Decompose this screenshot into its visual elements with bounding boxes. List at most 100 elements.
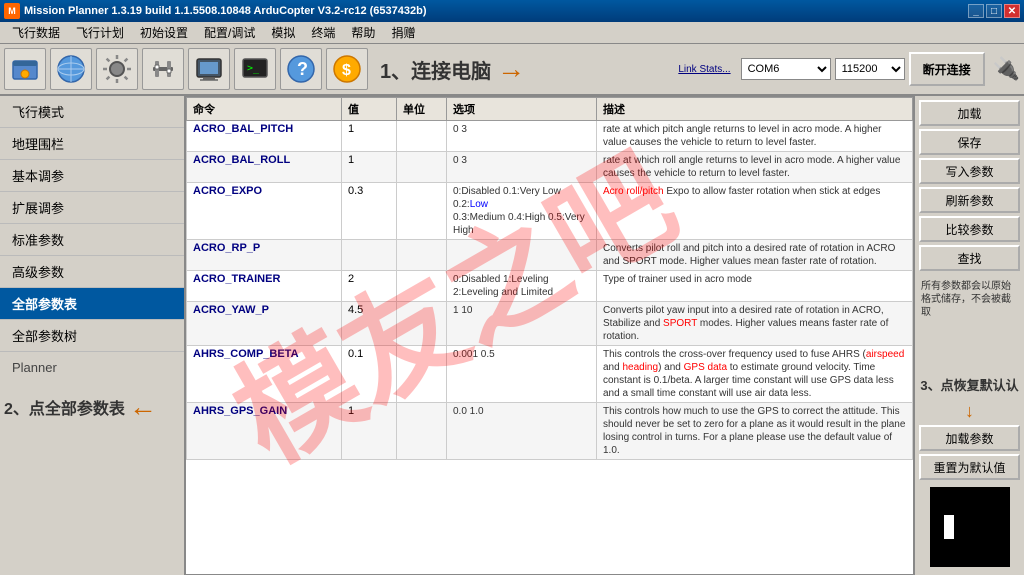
sidebar-item-all-params-tree[interactable]: 全部参数树: [0, 320, 184, 352]
main-layout: 飞行模式 地理围栏 基本调参 扩展调参 标准参数 高级参数 全部参数表 全部参数…: [0, 96, 1024, 575]
param-unit: [397, 302, 447, 346]
step1-arrow: →: [497, 53, 525, 85]
param-table: 命令 值 单位 选项 描述 ACRO_BAL_PITCH 1 0 3 rate …: [186, 97, 913, 460]
param-name: ACRO_RP_P: [187, 240, 342, 271]
table-row[interactable]: AHRS_COMP_BETA 0.1 0.001 0.5 This contro…: [187, 346, 913, 403]
table-row[interactable]: AHRS_GPS_GAIN 1 0.0 1.0 This controls ho…: [187, 403, 913, 460]
table-row[interactable]: ACRO_YAW_P 4.5 1 10 Converts pilot yaw i…: [187, 302, 913, 346]
param-value[interactable]: 1: [342, 152, 397, 183]
title-bar-text: Mission Planner 1.3.19 build 1.1.5508.10…: [24, 5, 968, 17]
header-unit: 单位: [397, 98, 447, 121]
param-name: AHRS_COMP_BETA: [187, 346, 342, 403]
step3-label: 3、点恢复默认认: [919, 375, 1020, 394]
sidebar-item-basic-tuning[interactable]: 基本调参: [0, 160, 184, 192]
menu-config[interactable]: 配置/调试: [196, 22, 263, 43]
minimize-btn[interactable]: _: [968, 4, 984, 18]
toolbar-fly-data[interactable]: [4, 48, 46, 90]
param-value[interactable]: 0.1: [342, 346, 397, 403]
param-name: ACRO_BAL_ROLL: [187, 152, 342, 183]
param-description: Type of trainer used in acro mode: [597, 271, 913, 302]
table-row[interactable]: ACRO_TRAINER 2 0:Disabled 1:Leveling 2:L…: [187, 271, 913, 302]
toolbar-initial-setup[interactable]: [96, 48, 138, 90]
param-unit: [397, 152, 447, 183]
menu-flight-plan[interactable]: 飞行计划: [68, 22, 132, 43]
param-description: Converts pilot roll and pitch into a des…: [597, 240, 913, 271]
menu-fly-data[interactable]: 飞行数据: [4, 22, 68, 43]
param-description: rate at which pitch angle returns to lev…: [597, 121, 913, 152]
toolbar-help[interactable]: ?: [280, 48, 322, 90]
qr-code: [930, 487, 1010, 567]
sidebar-item-extended-tuning[interactable]: 扩展调参: [0, 192, 184, 224]
menu-terminal[interactable]: 终端: [303, 22, 343, 43]
toolbar-donate[interactable]: $: [326, 48, 368, 90]
step2-arrow: ←: [129, 391, 157, 423]
menu-help[interactable]: 帮助: [343, 22, 383, 43]
param-value[interactable]: 2: [342, 271, 397, 302]
param-options: 0 3: [447, 121, 597, 152]
content-area: 命令 值 单位 选项 描述 ACRO_BAL_PITCH 1 0 3 rate …: [185, 96, 914, 575]
param-unit: [397, 183, 447, 240]
close-btn[interactable]: ✕: [1004, 4, 1020, 18]
load-params-btn[interactable]: 加载参数: [919, 425, 1020, 451]
sidebar-item-geofence[interactable]: 地理围栏: [0, 128, 184, 160]
menu-initial-setup[interactable]: 初始设置: [132, 22, 196, 43]
table-row[interactable]: ACRO_BAL_PITCH 1 0 3 rate at which pitch…: [187, 121, 913, 152]
param-unit: [397, 346, 447, 403]
param-value[interactable]: 0.3: [342, 183, 397, 240]
svg-text:?: ?: [297, 59, 308, 79]
table-row[interactable]: ACRO_BAL_ROLL 1 0 3 rate at which roll a…: [187, 152, 913, 183]
param-value[interactable]: 1: [342, 121, 397, 152]
toolbar-flight-plan[interactable]: [50, 48, 92, 90]
find-btn[interactable]: 查找: [919, 245, 1020, 271]
toolbar-terminal[interactable]: >_: [234, 48, 276, 90]
link-stats[interactable]: Link Stats...: [678, 64, 730, 75]
baud-rate-select[interactable]: 115200: [835, 58, 905, 80]
toolbar: >_ ? $ 1、连接电脑 → Link Stats... COM6 11520…: [0, 44, 1024, 96]
table-row[interactable]: ACRO_EXPO 0.3 0:Disabled 0.1:Very Low 0.…: [187, 183, 913, 240]
param-value[interactable]: [342, 240, 397, 271]
step1-label: 1、连接电脑: [380, 55, 491, 84]
param-name: ACRO_BAL_PITCH: [187, 121, 342, 152]
param-unit: [397, 121, 447, 152]
param-value[interactable]: 1: [342, 403, 397, 460]
param-table-wrapper[interactable]: 命令 值 单位 选项 描述 ACRO_BAL_PITCH 1 0 3 rate …: [185, 96, 914, 575]
sidebar-item-all-params-table[interactable]: 全部参数表: [0, 288, 184, 320]
save-btn[interactable]: 保存: [919, 129, 1020, 155]
param-description: This controls how much to use the GPS to…: [597, 403, 913, 460]
reset-default-btn[interactable]: 重置为默认值: [919, 454, 1020, 480]
compare-params-btn[interactable]: 比较参数: [919, 216, 1020, 242]
toolbar-simulation[interactable]: [188, 48, 230, 90]
maximize-btn[interactable]: □: [986, 4, 1002, 18]
com-port-select[interactable]: COM6: [741, 58, 831, 80]
table-row[interactable]: ACRO_RP_P Converts pilot roll and pitch …: [187, 240, 913, 271]
step3-arrow: ↓: [919, 401, 1020, 422]
param-options: 0 3: [447, 152, 597, 183]
param-value[interactable]: 4.5: [342, 302, 397, 346]
menu-donate[interactable]: 捐赠: [383, 22, 423, 43]
param-name: ACRO_TRAINER: [187, 271, 342, 302]
right-panel: 加载 保存 写入参数 刷新参数 比较参数 查找 所有参数都会以原始格式储存，不会…: [914, 96, 1024, 575]
header-cmd: 命令: [187, 98, 342, 121]
param-description: Acro roll/pitch Expo to allow faster rot…: [597, 183, 913, 240]
svg-text:>_: >_: [247, 63, 260, 74]
param-description: rate at which roll angle returns to leve…: [597, 152, 913, 183]
param-name: AHRS_GPS_GAIN: [187, 403, 342, 460]
sidebar-item-standard-params[interactable]: 标准参数: [0, 224, 184, 256]
sidebar-item-fly-mode[interactable]: 飞行模式: [0, 96, 184, 128]
connect-button[interactable]: 断开连接: [909, 52, 985, 86]
step2-label: 2、点全部参数表: [4, 395, 125, 419]
param-options: 0.0 1.0: [447, 403, 597, 460]
menu-simulation[interactable]: 模拟: [263, 22, 303, 43]
load-btn[interactable]: 加载: [919, 100, 1020, 126]
param-description: Converts pilot yaw input into a desired …: [597, 302, 913, 346]
write-params-btn[interactable]: 写入参数: [919, 158, 1020, 184]
refresh-params-btn[interactable]: 刷新参数: [919, 187, 1020, 213]
sidebar-item-advanced-params[interactable]: 高级参数: [0, 256, 184, 288]
right-panel-bottom: 3、点恢复默认认 ↓ 加载参数 重置为默认值: [919, 375, 1020, 571]
header-opts: 选项: [447, 98, 597, 121]
param-options: 0:Disabled 0.1:Very Low 0.2:Low0.3:Mediu…: [447, 183, 597, 240]
header-val: 值: [342, 98, 397, 121]
title-bar: M Mission Planner 1.3.19 build 1.1.5508.…: [0, 0, 1024, 22]
header-desc: 描述: [597, 98, 913, 121]
toolbar-config[interactable]: [142, 48, 184, 90]
